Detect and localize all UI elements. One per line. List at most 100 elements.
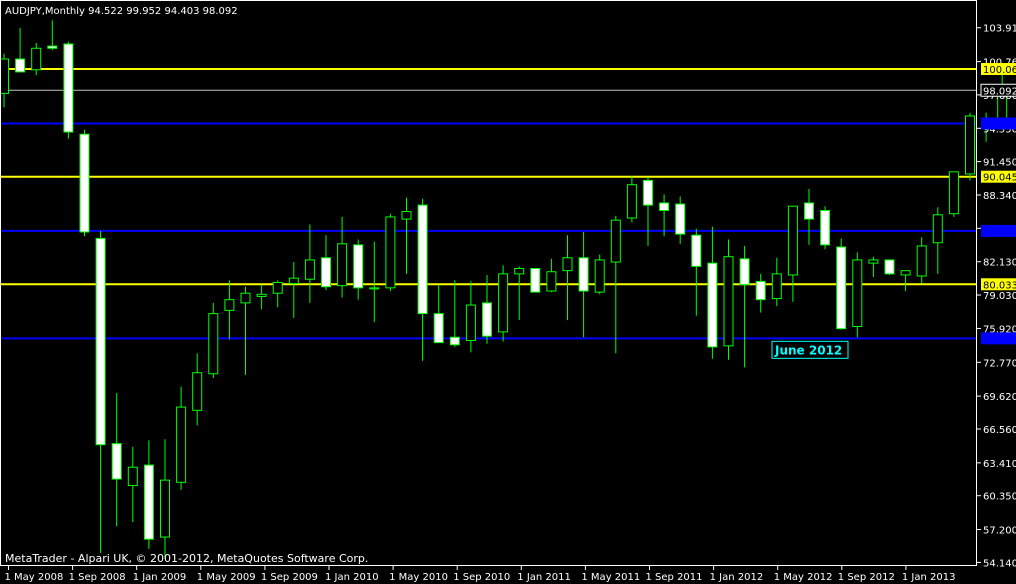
bear-candle xyxy=(63,43,74,133)
bear-candle xyxy=(417,204,428,315)
x-tick-label: 1 Sep 2010 xyxy=(453,572,510,583)
bear-candle xyxy=(530,267,541,293)
bull-candle xyxy=(562,257,573,272)
bull-candle xyxy=(900,270,911,276)
annotation-label: June 2012 xyxy=(774,343,842,357)
y-tick-label: 66.560 xyxy=(983,425,1016,436)
bear-candle xyxy=(353,244,364,289)
bull-candle xyxy=(31,47,42,71)
x-tick-label: 1 Sep 2009 xyxy=(261,572,318,583)
date-annotation: June 2012 xyxy=(771,340,849,359)
bear-candle xyxy=(321,257,331,288)
level-price-tag-text: 90.045 xyxy=(983,173,1016,184)
bull-candle xyxy=(916,245,927,277)
bear-candle xyxy=(739,258,750,286)
x-tick-label: 1 May 2012 xyxy=(774,572,833,583)
bull-candle xyxy=(272,281,283,294)
x-tick-label: 1 Sep 2012 xyxy=(838,572,895,583)
bull-candle xyxy=(626,184,637,219)
bull-candle xyxy=(337,243,348,287)
bull-candle xyxy=(0,58,9,94)
bear-candle xyxy=(95,237,106,446)
bull-candle xyxy=(594,259,605,293)
bull-candle xyxy=(369,287,380,290)
price-chart[interactable]: 103.910100.76097.66094.55091.45088.34085… xyxy=(0,0,1016,584)
bear-candle xyxy=(111,443,122,480)
bull-candle xyxy=(546,271,557,292)
bear-candle xyxy=(884,259,895,275)
bear-candle xyxy=(433,313,444,344)
y-tick-label: 91.450 xyxy=(983,158,1016,169)
bull-candle xyxy=(160,479,170,538)
bull-candle xyxy=(498,273,509,333)
x-tick-label: 1 May 2010 xyxy=(389,572,448,583)
bear-candle xyxy=(15,58,26,73)
bear-candle xyxy=(79,133,90,233)
current-price-tag-text: 98.092 xyxy=(983,86,1016,97)
bull-candle xyxy=(256,293,267,297)
x-tick-label: 1 Sep 2011 xyxy=(646,572,703,583)
y-tick-label: 72.770 xyxy=(983,358,1016,369)
bull-candle xyxy=(401,211,412,220)
y-tick-label: 82.130 xyxy=(983,258,1016,269)
level-price-tag-text: 100.068 xyxy=(983,65,1016,76)
bull-candle xyxy=(192,372,203,411)
bear-candle xyxy=(675,203,686,235)
y-tick-label: 54.140 xyxy=(983,558,1016,569)
bear-candle xyxy=(482,302,492,337)
bear-candle xyxy=(143,464,154,540)
level-price-tag xyxy=(981,117,1016,130)
bull-candle xyxy=(304,259,315,280)
chart-title: AUDJPY,Monthly 94.522 99.952 94.403 98.0… xyxy=(5,6,238,17)
bull-candle xyxy=(127,466,138,487)
bull-candle xyxy=(868,259,879,264)
bull-candle xyxy=(240,292,251,304)
x-tick-label: 1 Jan 2010 xyxy=(325,572,379,583)
bull-candle xyxy=(610,219,621,263)
x-tick-label: 1 May 2009 xyxy=(197,572,256,583)
bull-candle xyxy=(224,299,235,311)
bull-candle xyxy=(723,256,734,347)
x-tick-label: 1 Jan 2012 xyxy=(710,572,764,583)
x-tick-label: 1 Jan 2011 xyxy=(517,572,571,583)
y-tick-label: 79.030 xyxy=(983,291,1016,302)
bear-candle xyxy=(707,262,718,348)
x-tick-label: 1 Sep 2008 xyxy=(69,572,126,583)
bull-candle xyxy=(514,267,525,275)
bear-candle xyxy=(643,179,653,206)
bull-candle xyxy=(208,313,219,375)
bull-candle xyxy=(465,304,476,341)
bear-candle xyxy=(691,234,702,267)
level-price-tag xyxy=(981,224,1016,237)
y-tick-label: 69.620 xyxy=(983,392,1016,403)
bear-candle xyxy=(578,257,589,292)
bear-candle xyxy=(47,45,58,49)
bear-candle xyxy=(449,336,460,346)
bear-candle xyxy=(836,246,847,330)
bull-candle xyxy=(787,205,798,276)
y-tick-label: 63.410 xyxy=(983,459,1016,470)
level-price-tag-text: 80.033 xyxy=(983,280,1016,291)
x-tick-label: 1 Jan 2009 xyxy=(133,572,187,583)
bull-candle xyxy=(176,406,187,483)
level-price-tag xyxy=(981,332,1016,345)
bull-candle xyxy=(385,216,396,289)
bear-candle xyxy=(659,202,670,211)
bull-candle xyxy=(932,214,943,244)
bear-candle xyxy=(820,209,831,246)
x-tick-label: 1 May 2008 xyxy=(5,572,64,583)
y-tick-label: 57.200 xyxy=(983,526,1016,537)
y-tick-label: 60.350 xyxy=(983,492,1016,503)
bull-candle xyxy=(771,273,782,300)
bull-candle xyxy=(965,115,975,175)
bull-candle xyxy=(288,277,299,285)
y-tick-label: 88.340 xyxy=(983,191,1016,202)
bull-candle xyxy=(852,259,863,328)
x-tick-label: 1 May 2011 xyxy=(581,572,640,583)
bull-candle xyxy=(948,171,959,215)
copyright-credit: MetaTrader - Alpari UK, © 2001-2012, Met… xyxy=(5,552,368,565)
bear-candle xyxy=(804,202,814,220)
bear-candle xyxy=(755,280,766,301)
x-tick-label: 1 Jan 2013 xyxy=(902,572,956,583)
y-tick-label: 103.910 xyxy=(983,24,1016,35)
